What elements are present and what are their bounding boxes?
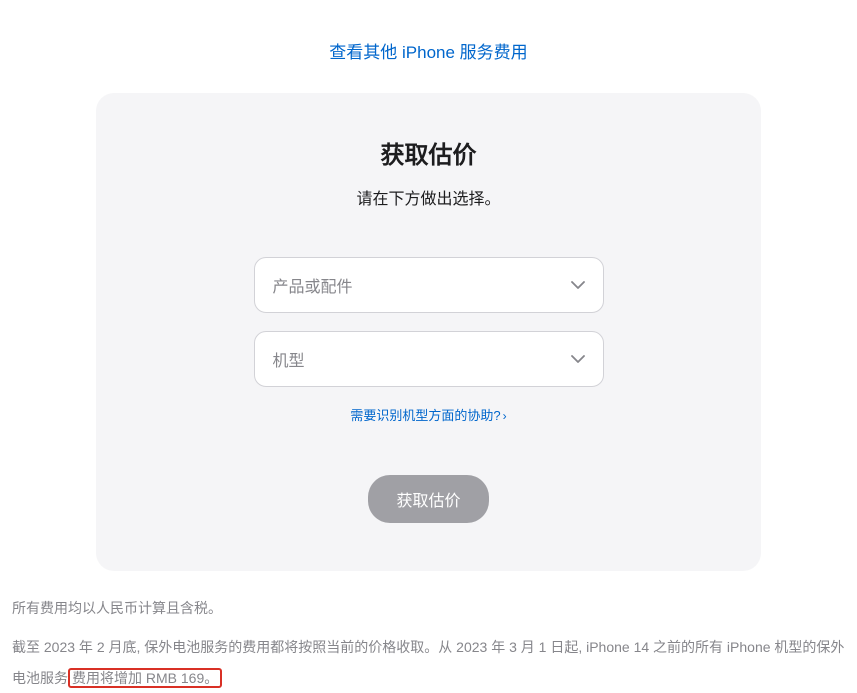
identify-model-help-link[interactable]: 需要识别机型方面的协助?› xyxy=(350,408,506,423)
product-select-placeholder: 产品或配件 xyxy=(273,273,353,297)
card-title: 获取估价 xyxy=(136,135,721,170)
model-select-placeholder: 机型 xyxy=(273,347,305,371)
help-link-container: 需要识别机型方面的协助?› xyxy=(136,405,721,425)
footer-notes: 所有费用均以人民币计算且含税。 截至 2023 年 2 月底, 保外电池服务的费… xyxy=(0,571,857,693)
top-link-container: 查看其他 iPhone 服务费用 xyxy=(0,0,857,93)
submit-wrapper: 获取估价 xyxy=(136,475,721,523)
card-subtitle: 请在下方做出选择。 xyxy=(136,185,721,209)
chevron-right-icon: › xyxy=(503,409,507,423)
other-service-fees-link[interactable]: 查看其他 iPhone 服务费用 xyxy=(329,43,527,62)
product-select[interactable]: 产品或配件 xyxy=(254,257,604,313)
estimate-card: 获取估价 请在下方做出选择。 产品或配件 机型 需要识别机型方面的协助?› 获取… xyxy=(96,93,761,571)
chevron-down-icon xyxy=(571,281,585,289)
help-link-text: 需要识别机型方面的协助? xyxy=(350,408,500,423)
model-select[interactable]: 机型 xyxy=(254,331,604,387)
product-select-wrapper: 产品或配件 xyxy=(254,257,604,313)
chevron-down-icon xyxy=(571,355,585,363)
model-select-wrapper: 机型 xyxy=(254,331,604,387)
footer-line-2: 截至 2023 年 2 月底, 保外电池服务的费用都将按照当前的价格收取。从 2… xyxy=(12,632,845,693)
get-estimate-button[interactable]: 获取估价 xyxy=(368,475,488,523)
footer-highlight: 费用将增加 RMB 169。 xyxy=(68,668,222,688)
footer-line-1: 所有费用均以人民币计算且含税。 xyxy=(12,593,845,624)
